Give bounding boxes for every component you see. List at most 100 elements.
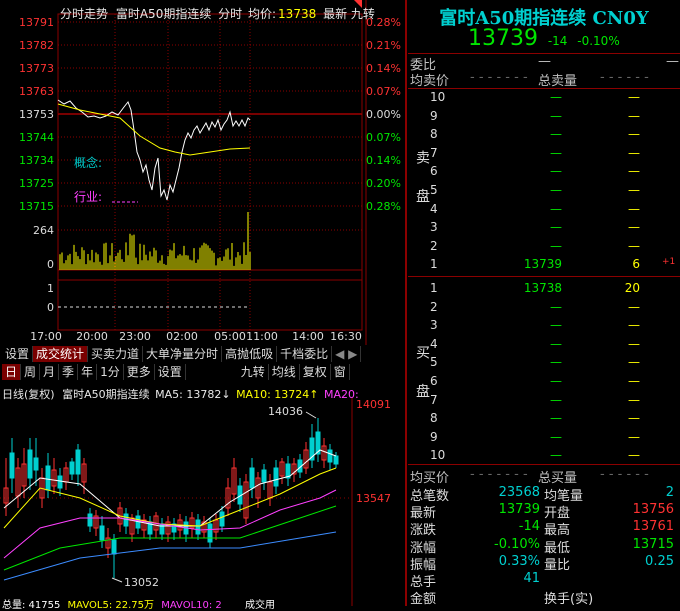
buy-level-row[interactable]: 4 — — [428, 337, 678, 356]
sell-level-row[interactable]: 1 13739 6 +1 [428, 257, 678, 276]
kline-candle [57, 475, 63, 489]
kline-candle [219, 511, 225, 527]
level-number: 1 [430, 257, 438, 272]
period-tab[interactable]: 周 [21, 364, 41, 380]
quote-change-pct: -0.10% [577, 34, 620, 48]
period-tab[interactable]: 1分 [97, 364, 124, 380]
level-price: — [550, 318, 562, 333]
level-number: 2 [430, 299, 438, 314]
kline-candle [207, 523, 213, 543]
sell-level-row[interactable]: 3 — — [428, 220, 678, 239]
volume-footer: 总量: 41755 MAVOL5: 22.75万 MAVOL10: 2 成交用 [2, 596, 275, 611]
intraday-chart[interactable]: 13791 0.28% 13782 0.21% 13773 0.14% 13763 0.07%… [0, 0, 404, 345]
sell-level-row[interactable]: 8 — — [428, 127, 678, 146]
level-number: 8 [430, 127, 438, 142]
stat-value: 0.25 [645, 553, 674, 569]
sell-level-row[interactable]: 2 — — [428, 239, 678, 258]
sell-level-row[interactable]: 6 — — [428, 164, 678, 183]
buy-level-row[interactable]: 2 — — [428, 300, 678, 319]
sell-level-row[interactable]: 10 — — [428, 90, 678, 109]
quote-price: 13739 [468, 26, 538, 51]
level-price: — [550, 127, 562, 142]
kline-chart-panel: 14091 13547 14036 13052 [0, 398, 404, 606]
bottom-tab[interactable]: 买卖力道 [88, 346, 144, 362]
stat-label: 金额 [410, 592, 437, 608]
period-tab[interactable]: 月 [40, 364, 60, 380]
low-annotation-line [111, 577, 123, 583]
level-price: — [550, 429, 562, 444]
buy-level-row[interactable]: 7 — — [428, 393, 678, 412]
period-tab[interactable]: 窗 [331, 364, 350, 380]
stat-label: 均笔量 [544, 489, 584, 504]
period-tab[interactable]: 年 [78, 364, 98, 380]
level-number: 1 [430, 281, 438, 295]
sell-level-row[interactable]: 5 — — [428, 183, 678, 202]
level-number: 10 [430, 448, 446, 463]
level-change: +1 [662, 257, 676, 268]
level-price: — [550, 238, 562, 253]
kline-axis-label: 14091 [356, 398, 391, 411]
nine-label[interactable]: 九转 [351, 7, 375, 21]
avg-buy-row: 均买价 - - - - - - - 总买量 - - - - - - [410, 467, 676, 486]
sell-level-row[interactable]: 7 — — [428, 146, 678, 165]
weibi-value-2: — [666, 54, 679, 69]
buy-level-row[interactable]: 6 — — [428, 374, 678, 393]
kline-candle [27, 449, 33, 479]
period-tab[interactable]: 九转 [238, 364, 269, 380]
kline-candle [333, 455, 339, 465]
intraday-chart-panel: 13791 0.28% 13782 0.21% 13773 0.14% 13763 0.07%… [0, 0, 404, 345]
buy-level-row[interactable]: 8 — — [428, 411, 678, 430]
stat-label: 量比 [544, 557, 571, 573]
level-number: 5 [430, 355, 438, 370]
bottom-tab[interactable]: 成交统计 [33, 346, 89, 362]
buy-level-row[interactable]: 9 — — [428, 430, 678, 449]
bottom-tab[interactable]: 大单净量分时 [143, 346, 223, 362]
buy-level-row[interactable]: 3 — — [428, 318, 678, 337]
level-number: 9 [430, 429, 438, 444]
period-tab[interactable]: 复权 [300, 364, 331, 380]
dash-leader: - - - - - - - [470, 70, 528, 85]
level-number: 7 [430, 145, 438, 160]
period-tab[interactable]: 季 [59, 364, 79, 380]
level-price: — [550, 336, 562, 351]
period-tab[interactable]: 更多 [124, 364, 155, 380]
concept-label: 概念: [74, 156, 103, 170]
buy-level-row[interactable]: 5 — — [428, 355, 678, 374]
kline-candle [99, 525, 105, 541]
period-tab[interactable]: 均线 [269, 364, 300, 380]
avg-sell-row: 均卖价 - - - - - - - 总卖量 - - - - - - [410, 70, 676, 89]
level-volume: — [628, 355, 640, 370]
level-price: — [550, 299, 562, 314]
bottom-tab-bar: 设置 成交统计 买卖力道 大单净量分时 高抛低吸 千档委比 ◀ ▶ [2, 346, 402, 363]
kline-candle [75, 449, 81, 475]
price-tick-label: 13725 [19, 177, 54, 190]
buy-level-row[interactable]: 1 13738 20 [428, 281, 678, 300]
stat-label: 最新 [410, 506, 437, 522]
quote-price-row: 13739 -14 -0.10% [468, 26, 620, 51]
kline-high-label: 14036 [268, 405, 303, 418]
sell-level-row[interactable]: 4 — — [428, 202, 678, 221]
level-volume: — [628, 238, 640, 253]
quote-change: -14 [547, 34, 568, 48]
kline-candle [273, 467, 279, 487]
divider [408, 88, 680, 89]
stat-value: 2 [665, 485, 674, 500]
bottom-tab[interactable]: 设置 [2, 346, 34, 362]
price-tick-label: 13715 [19, 200, 54, 213]
tab-scroll-arrows[interactable]: ◀ ▶ [332, 346, 362, 362]
bottom-tab[interactable]: 高抛低吸 [222, 346, 278, 362]
level-price: — [550, 411, 562, 426]
stat-label: 总笔数 [410, 489, 450, 504]
level-number: 5 [430, 182, 438, 197]
level-volume: — [628, 373, 640, 388]
sell-level-row[interactable]: 9 — — [428, 109, 678, 128]
period-tab[interactable]: 设置 [155, 364, 186, 380]
chart-title: 分时走势 [60, 7, 109, 21]
kline-chart[interactable]: 14091 13547 14036 13052 [0, 398, 404, 606]
stat-value: -14 [518, 519, 540, 535]
total-sell-label: 总卖量 [538, 74, 578, 89]
kline-candle [327, 449, 333, 463]
bottom-tab[interactable]: 千档委比 [277, 346, 333, 362]
period-tab[interactable]: 日 [2, 364, 22, 380]
kline-candle [123, 513, 129, 527]
